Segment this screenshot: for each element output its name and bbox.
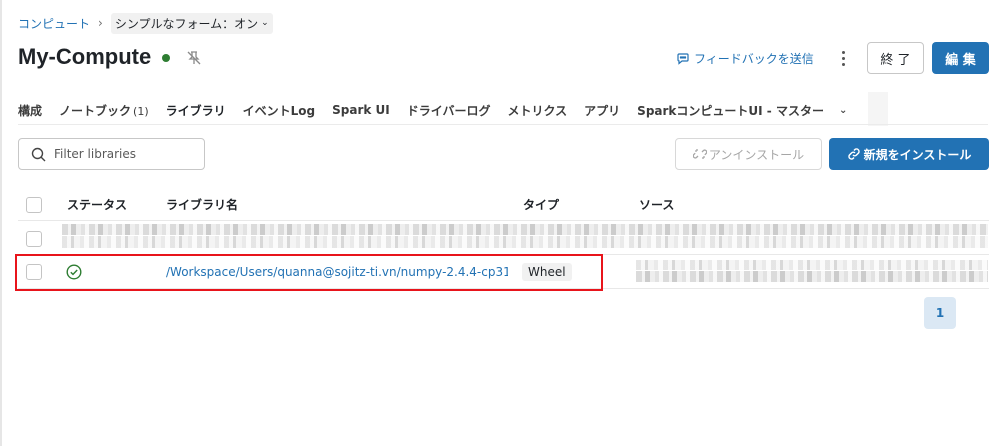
- tab-spark-compute-ui-master[interactable]: SparkコンピュートUI - マスター: [637, 102, 824, 119]
- compute-tabs: 構成 ノートブック (1) ライブラリ イベントLog Spark UI ドライバ…: [18, 98, 847, 122]
- more-options-icon[interactable]: [836, 47, 850, 69]
- tab-driver-logs[interactable]: ドライバーログ: [407, 102, 491, 119]
- search-input[interactable]: [54, 147, 194, 161]
- install-new-button[interactable]: 新規をインストール: [829, 138, 989, 170]
- redacted-content: [62, 236, 988, 248]
- terminate-button[interactable]: 終 了: [867, 42, 924, 74]
- search-icon: [31, 147, 46, 161]
- simple-form-toggle[interactable]: シンプルなフォーム：オン ⌄: [110, 12, 273, 34]
- chevron-down-icon[interactable]: ⌄: [839, 105, 847, 116]
- send-feedback-label: フィードバックを送信: [694, 52, 814, 66]
- pin-icon[interactable]: [186, 50, 202, 66]
- page-title: My-Compute: [18, 44, 152, 69]
- tab-notebooks[interactable]: ノートブック (1): [59, 102, 149, 119]
- breadcrumb-separator: ›: [98, 16, 103, 30]
- send-feedback-link[interactable]: フィードバックを送信: [676, 50, 814, 67]
- column-header-library-name[interactable]: ライブラリ名: [166, 196, 238, 213]
- uninstall-label: アンインストール: [708, 147, 805, 162]
- uninstall-button[interactable]: アンインストール: [675, 138, 822, 170]
- simple-form-label: シンプルなフォーム：オン: [114, 16, 259, 31]
- highlight-annotation-box: [15, 254, 603, 291]
- edit-button[interactable]: 編 集: [932, 42, 989, 74]
- tab-spark-ui[interactable]: Spark UI: [332, 103, 390, 117]
- tab-event-log[interactable]: イベントLog: [243, 102, 315, 119]
- running-status-dot: [162, 54, 170, 62]
- breadcrumb-compute-link[interactable]: コンピュート: [18, 15, 90, 32]
- column-header-type[interactable]: タイプ: [523, 196, 559, 213]
- column-header-source[interactable]: ソース: [639, 196, 674, 213]
- table-header-divider: [18, 220, 989, 221]
- redacted-source: [636, 271, 988, 282]
- tabs-divider: [18, 124, 988, 125]
- tab-libraries[interactable]: ライブラリ: [166, 102, 226, 119]
- breadcrumb: コンピュート › シンプルなフォーム：オン ⌄: [18, 12, 273, 34]
- window-left-border: [0, 0, 2, 446]
- tab-apps[interactable]: アプリ: [584, 102, 620, 119]
- notebook-count: (1): [133, 104, 149, 118]
- install-new-label: 新規をインストール: [863, 147, 972, 162]
- select-all-checkbox[interactable]: [26, 197, 42, 213]
- tabs-overflow-fade: [868, 92, 888, 126]
- column-header-status[interactable]: ステータス: [67, 196, 127, 213]
- redacted-source: [636, 260, 988, 270]
- tab-configuration[interactable]: 構成: [18, 102, 42, 119]
- filter-libraries-field[interactable]: [18, 138, 205, 170]
- pagination-page-1[interactable]: 1: [924, 297, 956, 329]
- chat-icon: [677, 52, 689, 65]
- unlink-icon: [692, 149, 707, 159]
- tab-metrics[interactable]: メトリクス: [508, 102, 568, 119]
- row-checkbox[interactable]: [26, 231, 42, 247]
- link-icon: [847, 148, 860, 160]
- chevron-down-icon: ⌄: [261, 18, 269, 28]
- redacted-content: [62, 224, 988, 235]
